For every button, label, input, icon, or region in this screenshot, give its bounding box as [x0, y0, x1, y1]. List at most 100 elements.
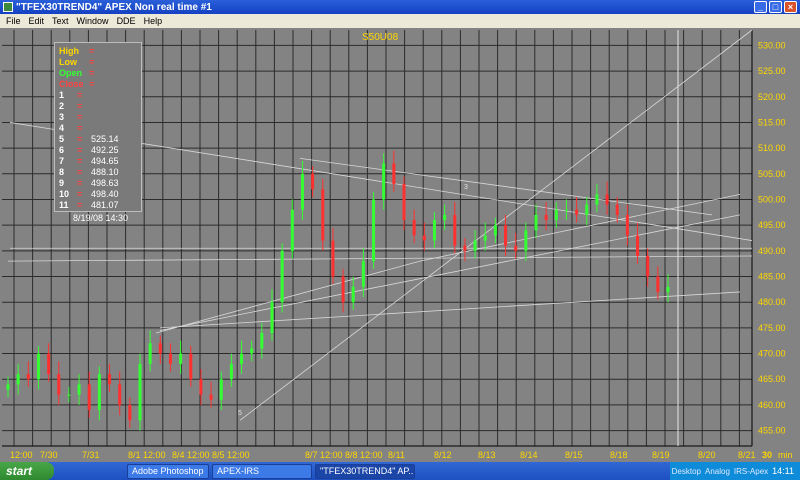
taskbar: start Adobe Photoshop APEX-IRS "TFEX30TR…: [0, 462, 800, 480]
legend-key: 9: [59, 178, 65, 188]
candle-up: [280, 250, 284, 303]
candle-down: [47, 353, 51, 375]
legend-row: 7 = 494.65: [59, 156, 137, 167]
x-tick-label: 8/1 12:00: [128, 450, 166, 460]
legend-equals: =: [77, 167, 83, 177]
task-tfex30trend4[interactable]: "TFEX30TREND4" AP...: [315, 463, 415, 479]
candle-down: [168, 353, 172, 364]
candle-up: [250, 348, 254, 354]
task-photoshop[interactable]: Adobe Photoshop: [127, 463, 209, 479]
x-tick-label: 8/11: [388, 450, 405, 460]
x-tick-label: 8/8 12:00: [345, 450, 383, 460]
legend-equals: =: [77, 134, 83, 144]
candle-up: [666, 286, 670, 292]
candle-up: [260, 333, 264, 349]
candle-up: [77, 384, 81, 395]
candle-up: [432, 220, 436, 241]
legend-equals: =: [89, 68, 95, 78]
y-tick-label: 480.00: [758, 297, 786, 307]
candle-down: [108, 374, 112, 385]
trend-line: [7, 255, 753, 262]
minimize-button[interactable]: _: [754, 1, 767, 13]
menu-bar: File Edit Text Window DDE Help: [0, 14, 800, 28]
legend-key: 10: [59, 189, 70, 199]
tray-irs-apex[interactable]: IRS-Apex: [734, 467, 768, 476]
candle-down: [463, 245, 467, 251]
x-tick-label: 8/12: [434, 450, 452, 460]
y-tick-label: 475.00: [758, 323, 786, 333]
y-tick-label: 465.00: [758, 374, 786, 384]
legend-value: 488.10: [91, 167, 119, 177]
candle-down: [453, 214, 457, 246]
legend-key: 7: [59, 156, 65, 166]
candle-down: [392, 163, 396, 185]
legend-key: 4: [59, 123, 65, 133]
window-controls: _ □ ×: [754, 1, 797, 13]
menu-help[interactable]: Help: [140, 16, 167, 26]
candle-up: [493, 225, 497, 236]
menu-file[interactable]: File: [2, 16, 25, 26]
candle-up: [229, 363, 233, 380]
candle-up: [36, 353, 40, 380]
start-button[interactable]: start: [0, 462, 54, 480]
candle-down: [575, 209, 579, 215]
candle-down: [422, 235, 426, 241]
window-title: "TFEX30TREND4" APEX Non real time #1: [16, 1, 212, 13]
legend-row: 4 =: [59, 123, 137, 134]
legend-row: 3 =: [59, 112, 137, 123]
y-tick-label: 470.00: [758, 349, 786, 359]
y-tick-label: 515.00: [758, 117, 786, 127]
menu-edit[interactable]: Edit: [25, 16, 49, 26]
legend-key: 1: [59, 90, 65, 100]
candle-up: [382, 163, 386, 200]
candle-up: [554, 209, 558, 221]
legend-row: 8 = 488.10: [59, 167, 137, 178]
data-legend: High = Low = Open = Close = 1 = 2 = 3 = 4 = 5 = 525.14 6 = 49…: [54, 42, 142, 223]
legend-key: 2: [59, 101, 65, 111]
close-button[interactable]: ×: [784, 1, 797, 13]
candle-up: [97, 374, 101, 411]
legend-row: 1 =: [59, 90, 137, 101]
candle-down: [402, 184, 406, 221]
tray-desktop[interactable]: Desktop: [672, 467, 701, 476]
candle-up: [138, 363, 142, 421]
menu-dde[interactable]: DDE: [113, 16, 140, 26]
candle-up: [595, 194, 599, 205]
y-tick-label: 460.00: [758, 400, 786, 410]
candle-down: [57, 374, 61, 395]
legend-equals: =: [77, 112, 83, 122]
legend-value: 498.40: [91, 189, 119, 199]
trendline-label: 5: [238, 410, 242, 417]
title-bar: "TFEX30TREND4" APEX Non real time #1 _ □…: [0, 0, 800, 14]
trend-line: [159, 291, 741, 329]
legend-equals: =: [89, 46, 95, 56]
legend-key: Low: [59, 57, 77, 67]
legend-key: 5: [59, 134, 65, 144]
app-icon: [3, 2, 13, 12]
menu-text[interactable]: Text: [48, 16, 73, 26]
maximize-button[interactable]: □: [769, 1, 782, 13]
clock: 14:11: [772, 466, 794, 476]
candle-down: [341, 276, 345, 303]
symbol-label: S50U08: [362, 32, 399, 43]
candle-down: [189, 353, 193, 380]
tray-analog[interactable]: Analog: [705, 467, 730, 476]
legend-datetime: 8/19/08 14:30: [73, 213, 129, 223]
candle-up: [290, 209, 294, 251]
task-apex-irs[interactable]: APEX-IRS: [212, 463, 312, 479]
y-tick-label: 530.00: [758, 40, 786, 50]
candle-down: [158, 343, 162, 354]
y-tick-label: 505.00: [758, 169, 786, 179]
x-tick-label: 8/18: [610, 450, 628, 460]
legend-row: Close =: [59, 79, 137, 90]
system-tray: Desktop Analog IRS-Apex 14:11: [670, 462, 800, 480]
x-tick-label: 8/13: [478, 450, 496, 460]
y-tick-label: 525.00: [758, 66, 786, 76]
y-tick-label: 455.00: [758, 426, 786, 436]
candle-up: [483, 235, 487, 241]
legend-key: 11: [59, 200, 69, 210]
menu-window[interactable]: Window: [73, 16, 113, 26]
candle-down: [636, 235, 640, 256]
y-tick-label: 495.00: [758, 220, 786, 230]
legend-value: 481.07: [91, 200, 119, 210]
